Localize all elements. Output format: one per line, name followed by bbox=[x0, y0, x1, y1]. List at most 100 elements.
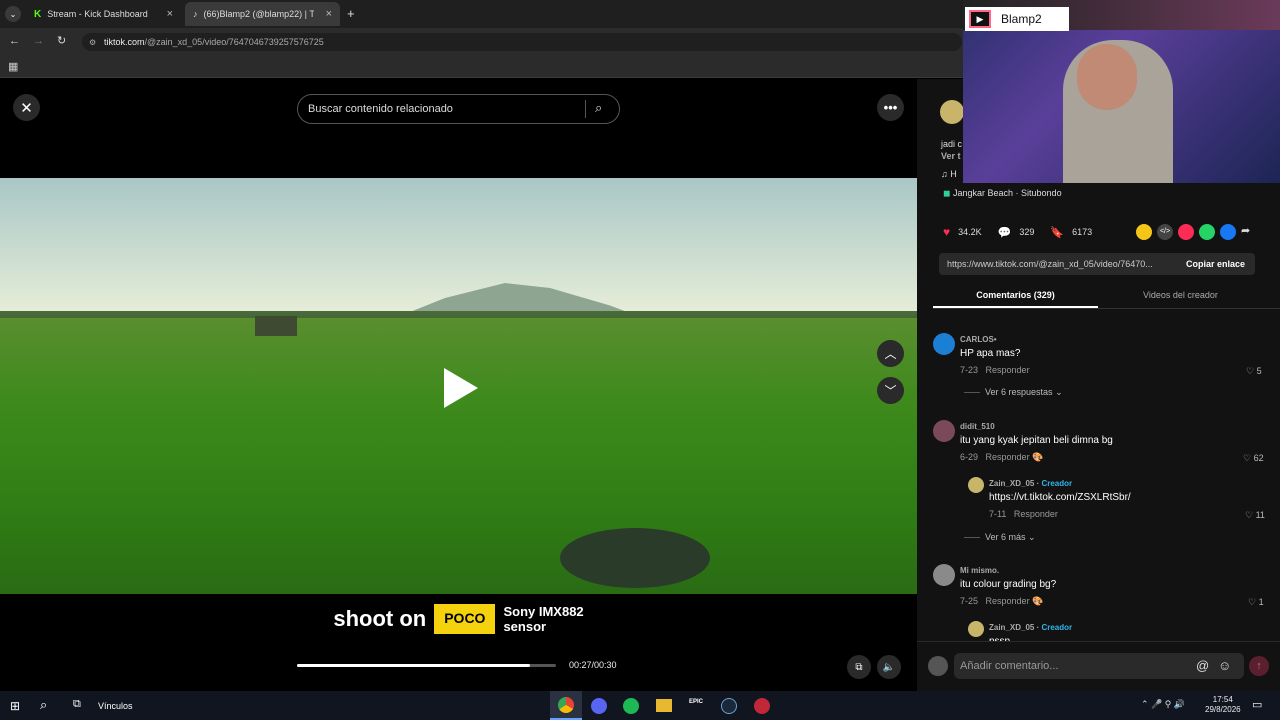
steam-icon[interactable] bbox=[721, 698, 737, 714]
address-bar[interactable]: ⚙ tiktok.com/@zain_xd_05/video/764704673… bbox=[82, 33, 962, 51]
reply-button[interactable]: Responder bbox=[986, 365, 1030, 375]
share-icons: </> ➦ bbox=[1136, 224, 1250, 240]
comment-text: HP apa mas? bbox=[960, 348, 1021, 359]
play-icon[interactable] bbox=[444, 368, 478, 408]
view-more-button[interactable]: Ver 6 más bbox=[985, 532, 1026, 542]
comment-user[interactable]: Zain_XD_05 bbox=[989, 479, 1034, 488]
comment-icon[interactable]: 💬 bbox=[998, 226, 1012, 239]
heart-outline-icon[interactable]: ♡ bbox=[1248, 597, 1256, 607]
reply-button[interactable]: Responder bbox=[1014, 509, 1058, 519]
heart-icon[interactable]: ♥ bbox=[943, 225, 950, 239]
facebook-icon[interactable] bbox=[1220, 224, 1236, 240]
share-url: https://www.tiktok.com/@zain_xd_05/video… bbox=[947, 259, 1153, 269]
streamer-face bbox=[1077, 44, 1137, 110]
whatsapp-icon[interactable] bbox=[1199, 224, 1215, 240]
mention-icon[interactable]: @ bbox=[1196, 658, 1209, 673]
search-icon[interactable]: ⌕ bbox=[40, 697, 47, 713]
share-link-box: https://www.tiktok.com/@zain_xd_05/video… bbox=[939, 253, 1255, 275]
tab-search-button[interactable]: ⌄ bbox=[5, 6, 21, 22]
bookmark-icon[interactable]: 🔖 bbox=[1050, 226, 1064, 239]
creator-badge: Creador bbox=[1041, 479, 1073, 488]
send-icon[interactable] bbox=[1178, 224, 1194, 240]
comment-user[interactable]: Zain_XD_05 bbox=[989, 623, 1034, 632]
divider bbox=[585, 100, 586, 118]
forward-icon[interactable]: → bbox=[33, 35, 44, 47]
see-more-link[interactable]: Ver t bbox=[941, 151, 961, 161]
chrome-taskbar-button[interactable] bbox=[550, 691, 582, 720]
emoji-icon[interactable]: ☺ bbox=[1218, 658, 1231, 673]
embed-icon[interactable]: </> bbox=[1157, 224, 1173, 240]
creator-avatar[interactable] bbox=[940, 100, 964, 124]
tab-tiktok[interactable]: ♪ (66)Blamp2 (@blamp22) | TikTo × bbox=[185, 2, 340, 26]
new-tab-button[interactable]: + bbox=[347, 6, 355, 21]
comment-link[interactable]: https://vt.tiktok.com/ZSXLRtSbr/ bbox=[989, 492, 1131, 503]
time-display: 00:27/00:30 bbox=[569, 660, 617, 670]
prev-video-button[interactable]: ︿ bbox=[877, 340, 904, 367]
reply-button[interactable]: Responder bbox=[986, 596, 1030, 606]
play-logo-icon: ▶ bbox=[969, 10, 991, 28]
location-icon: ◼ bbox=[943, 188, 951, 198]
spotify-icon[interactable] bbox=[623, 698, 639, 714]
close-icon[interactable]: × bbox=[167, 8, 173, 20]
rice-field bbox=[0, 318, 917, 594]
tray-icons[interactable]: ⌃ 🎤 ⚲ 🔊 bbox=[1141, 699, 1185, 710]
water bbox=[560, 528, 710, 588]
back-icon[interactable]: ← bbox=[9, 35, 20, 47]
task-view-icon[interactable]: ⧉ bbox=[73, 698, 81, 711]
avatar[interactable] bbox=[933, 333, 955, 355]
site-info-icon[interactable]: ⚙ bbox=[89, 38, 96, 47]
more-options-button[interactable]: ••• bbox=[877, 94, 904, 121]
taskbar: ⊞ ⌕ ⧉ Vínculos EPIC ⌃ 🎤 ⚲ 🔊 17:54 29/8/20… bbox=[0, 691, 1280, 720]
app-icon[interactable] bbox=[754, 698, 770, 714]
tab-creator-videos[interactable]: Videos del creador bbox=[1098, 290, 1263, 300]
progress-fill bbox=[297, 664, 531, 667]
search-icon[interactable]: ⌕ bbox=[595, 100, 602, 116]
hut bbox=[255, 316, 297, 336]
comment-user[interactable]: Mi mismo. bbox=[960, 566, 999, 575]
divider bbox=[933, 308, 1280, 309]
tiktok-icon: ♪ bbox=[193, 9, 198, 19]
comment-user[interactable]: didit_510 bbox=[960, 422, 995, 431]
apps-grid-icon[interactable]: ▦ bbox=[8, 60, 18, 73]
epic-games-icon[interactable]: EPIC bbox=[689, 699, 703, 705]
avatar[interactable] bbox=[968, 477, 984, 493]
heart-outline-icon[interactable]: ♡ bbox=[1246, 366, 1254, 376]
kick-icon: K bbox=[34, 8, 42, 20]
avatar[interactable] bbox=[968, 621, 984, 637]
volume-icon[interactable]: 🔈 bbox=[877, 655, 901, 679]
my-avatar bbox=[928, 656, 948, 676]
next-video-button[interactable]: ﹀ bbox=[877, 377, 904, 404]
view-replies-button[interactable]: Ver 6 respuestas bbox=[985, 387, 1053, 397]
music-icon: ♫ bbox=[941, 169, 948, 179]
comment-user[interactable]: CARLOS• bbox=[960, 335, 997, 344]
reload-icon[interactable]: ↻ bbox=[57, 34, 66, 47]
video-description: jadi c bbox=[941, 139, 963, 149]
file-explorer-icon[interactable] bbox=[656, 699, 672, 712]
avatar[interactable] bbox=[933, 564, 955, 586]
discord-icon[interactable] bbox=[591, 698, 607, 714]
search-input[interactable]: Buscar contenido relacionado ⌕ bbox=[297, 94, 620, 124]
heart-outline-icon[interactable]: ♡ bbox=[1243, 453, 1251, 463]
reply-button[interactable]: Responder bbox=[986, 452, 1030, 462]
windows-start-icon[interactable]: ⊞ bbox=[10, 699, 20, 713]
clock[interactable]: 17:54 29/8/2026 bbox=[1205, 695, 1241, 715]
send-comment-button[interactable]: ↑ bbox=[1249, 656, 1269, 676]
tab-kick[interactable]: K Stream - Kick Dashboard × bbox=[26, 2, 181, 26]
location-label[interactable]: Jangkar Beach · Situbondo bbox=[953, 188, 1062, 198]
copy-link-button[interactable]: Copiar enlace bbox=[1186, 259, 1245, 269]
video-progress-bar[interactable] bbox=[297, 664, 556, 667]
avatar[interactable] bbox=[933, 420, 955, 442]
comment-input[interactable]: Añadir comentario... @ ☺ bbox=[954, 653, 1244, 679]
creator-badge: Creador bbox=[1041, 623, 1073, 632]
close-icon[interactable]: × bbox=[326, 8, 332, 20]
repost-icon[interactable] bbox=[1136, 224, 1152, 240]
tab-comments[interactable]: Comentarios (329) bbox=[933, 290, 1098, 300]
music-title[interactable]: H bbox=[950, 169, 957, 179]
vinculos-toolbar[interactable]: Vínculos bbox=[98, 701, 133, 711]
notification-icon[interactable]: ▭ bbox=[1252, 698, 1262, 711]
close-video-button[interactable]: ✕ bbox=[13, 94, 40, 121]
heart-outline-icon[interactable]: ♡ bbox=[1245, 510, 1253, 520]
comment-text: itu colour grading bg? bbox=[960, 579, 1057, 590]
pip-icon[interactable]: ⧉ bbox=[847, 655, 871, 679]
share-arrow-icon[interactable]: ➦ bbox=[1241, 224, 1250, 240]
